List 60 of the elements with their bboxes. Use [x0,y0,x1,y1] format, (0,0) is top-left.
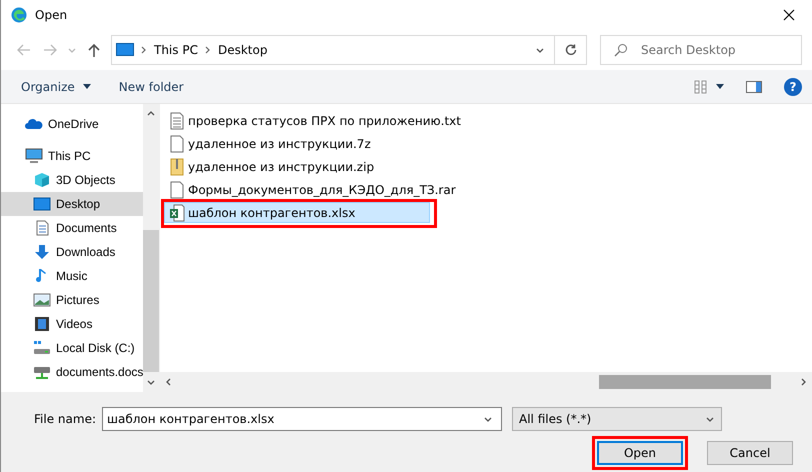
refresh-icon [564,44,576,56]
file-item[interactable]: шаблон контрагентов.xlsx [164,202,430,223]
breadcrumb-item[interactable]: This PC [154,43,198,57]
cube-icon [33,172,51,188]
file-item[interactable]: проверка статусов ПРХ по приложению.txt [164,110,462,131]
cloud-icon [25,116,43,132]
file-item[interactable]: Формы_документов_для_КЭДО_для_ТЗ.rar [164,179,457,200]
view-options-button[interactable] [694,80,724,94]
breadcrumb-item[interactable]: Desktop [218,43,268,57]
open-button[interactable]: Open [597,441,683,465]
file-icon [169,134,185,152]
sidebar-item[interactable]: Videos [1,312,143,336]
sidebar-item[interactable]: Music [1,264,143,288]
up-arrow-icon [88,43,100,57]
file-item[interactable]: удаленное из инструкции.7z [164,133,372,154]
picture-icon [33,292,51,308]
network-drive-icon [33,364,51,380]
sidebar-item[interactable]: Pictures [1,288,143,312]
spreadsheet-file-icon [169,204,185,222]
sidebar-item[interactable]: This PC [1,144,143,168]
file-type-dropdown[interactable]: All files (*.*) [512,407,722,431]
caret-icon [716,84,724,89]
sidebar-item[interactable]: documents.docs [1,360,143,384]
sidebar-item[interactable]: Desktop [1,192,143,216]
preview-pane-button[interactable] [746,80,762,92]
computer-icon [25,148,43,164]
new-folder-button[interactable]: New folder [118,80,184,94]
film-icon [33,316,51,332]
file-name-label: File name: [34,412,96,426]
chevron-icon [204,46,212,54]
address-bar[interactable]: This PC Desktop [111,35,587,65]
zip-folder-icon [169,158,185,176]
down-arrow-icon [33,244,51,260]
search-icon [614,43,628,57]
file-item[interactable]: удаленное из инструкции.zip [164,156,376,177]
sidebar-item[interactable]: OneDrive [1,112,143,136]
sidebar-item[interactable]: Downloads [1,240,143,264]
sidebar-item[interactable]: Documents [1,216,143,240]
chevron-icon [140,46,148,54]
details-view-icon [694,80,708,94]
file-icon [169,180,185,198]
monitor-icon [116,43,134,57]
sidebar-item[interactable]: 3D Objects [1,168,143,192]
monitor-icon [33,196,51,212]
cancel-button[interactable]: Cancel [707,441,793,465]
right-arrow-icon [43,44,57,56]
window-title: Open [35,8,68,22]
text-file-icon [169,112,185,130]
help-button[interactable]: ? [784,78,802,96]
file-name-field[interactable]: шаблон контрагентов.xlsx [102,407,502,431]
pane-icon [746,80,762,92]
caret-icon [82,84,91,89]
close-icon [783,9,795,21]
search-field[interactable]: Search Desktop [600,35,802,65]
vertical-scrollbar[interactable] [143,104,159,392]
app-logo-icon [11,7,27,23]
sidebar-item[interactable]: Local Disk (C:) [1,336,143,360]
left-arrow-icon [17,44,31,56]
organize-button[interactable]: Organize [21,80,91,94]
drive-icon [33,340,51,356]
